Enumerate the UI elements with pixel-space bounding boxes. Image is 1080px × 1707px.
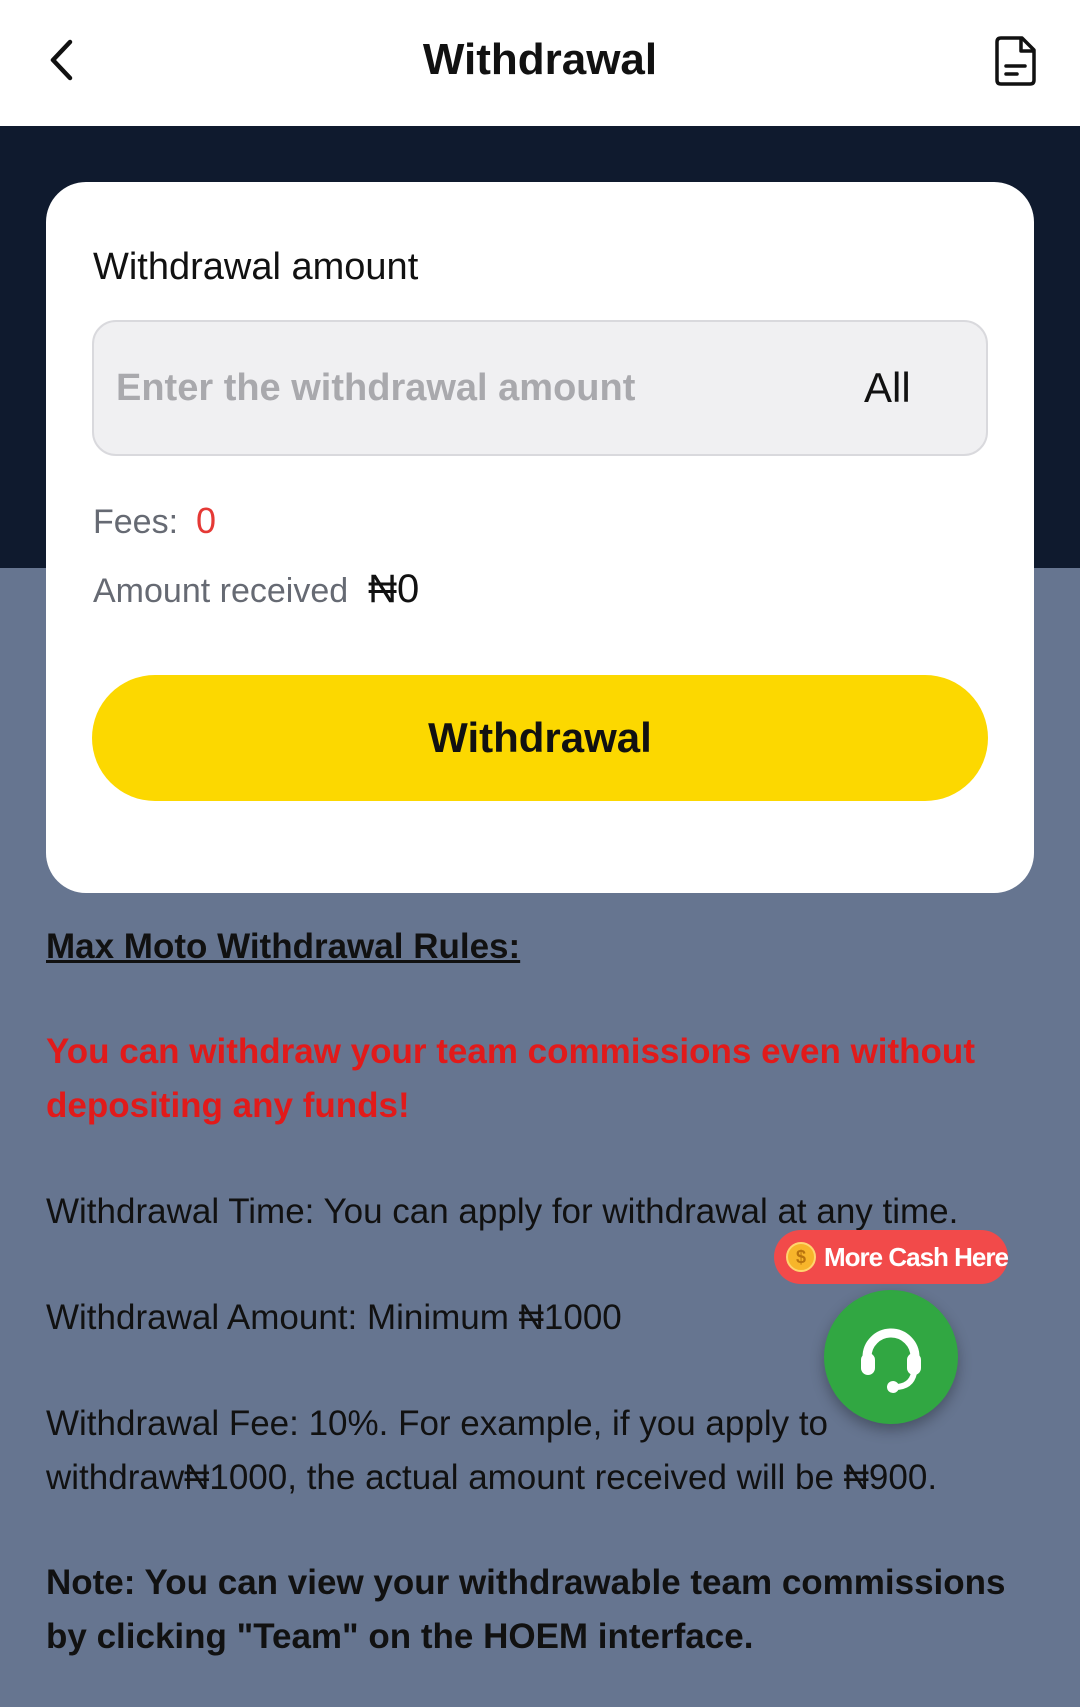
fees-label: Fees: xyxy=(93,503,179,541)
fees-value: 0 xyxy=(196,500,217,541)
withdrawal-submit-button[interactable]: Withdrawal xyxy=(92,675,988,801)
amount-received-label: Amount received xyxy=(93,572,349,610)
amount-input-container: All xyxy=(92,320,988,456)
top-bar: Withdrawal xyxy=(0,0,1080,126)
rules-title: Max Moto Withdrawal Rules: xyxy=(46,927,521,966)
all-button[interactable]: All xyxy=(864,360,911,416)
rules-minimum-amount: Withdrawal Amount: Minimum ₦1000 xyxy=(46,1298,622,1337)
amount-label: Withdrawal amount xyxy=(93,246,419,288)
withdrawal-card: Withdrawal amount All Fees: 0 Amount rece… xyxy=(46,182,1034,893)
amount-received-row: Amount received ₦0 xyxy=(93,564,419,616)
more-cash-label: More Cash Here xyxy=(824,1241,1009,1272)
withdrawal-records-button[interactable] xyxy=(990,32,1042,90)
document-icon xyxy=(995,36,1036,86)
more-cash-badge[interactable]: $ More Cash Here xyxy=(774,1230,1009,1284)
fees-row: Fees: 0 xyxy=(93,496,216,547)
customer-support-button[interactable] xyxy=(824,1290,958,1424)
coin-icon: $ xyxy=(786,1242,816,1272)
amount-received-value: ₦0 xyxy=(368,567,420,611)
rules-highlight: You can withdraw your team commissions e… xyxy=(46,1032,975,1125)
withdrawal-amount-input[interactable] xyxy=(116,352,816,424)
page-title: Withdrawal xyxy=(422,35,658,84)
headset-icon xyxy=(861,1328,921,1393)
rules-note: Note: You can view your withdrawable tea… xyxy=(46,1563,1006,1656)
